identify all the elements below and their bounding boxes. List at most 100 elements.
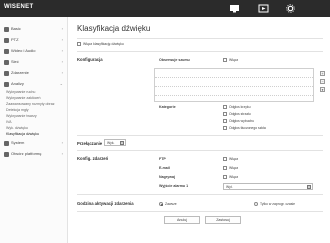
- schedule-select-value: Wyk.: [107, 141, 115, 145]
- category-gunshot-checkbox[interactable]: [223, 112, 227, 116]
- basic-icon: [4, 27, 9, 32]
- category-explosion-label: Odgłos wybuchu: [229, 119, 255, 123]
- analytics-icon: [4, 82, 9, 87]
- level-decrease-button[interactable]: −: [320, 79, 325, 84]
- level-scroll-button[interactable]: ▾: [320, 87, 325, 92]
- platform-icon: [4, 152, 9, 157]
- sidebar-item-event[interactable]: Zdarzenie ›: [0, 69, 68, 78]
- video-audio-icon: [4, 49, 9, 54]
- system-icon: [4, 141, 9, 146]
- graph-gridline: [155, 95, 313, 96]
- event-email-checkbox[interactable]: [223, 166, 227, 170]
- noise-source-checkbox-label: Włącz: [229, 58, 239, 62]
- monitor-icon[interactable]: [229, 4, 240, 13]
- category-scream-checkbox[interactable]: [223, 105, 227, 109]
- divider: [77, 150, 323, 151]
- chevron-right-icon: ›: [61, 26, 63, 31]
- sidebar-item-label: Wideo i Audio: [11, 48, 36, 53]
- chevron-down-icon: ▾: [120, 141, 124, 145]
- sidebar-item-network[interactable]: Sieć ›: [0, 58, 68, 67]
- event-alarm-out-label: Wyjście alarmu 1: [159, 184, 189, 188]
- event-email-value: Włącz: [229, 166, 239, 170]
- category-scream-label: Odgłos krzyku: [229, 105, 251, 109]
- section-event-config-title: Konfig. zdarzeń: [77, 156, 109, 161]
- sidebar-subitem-defocus[interactable]: Zaawansowany rozmyty obraz: [6, 102, 55, 106]
- sidebar-item-label: Zdarzenie: [11, 70, 29, 75]
- level-graph[interactable]: [154, 68, 314, 102]
- activation-schedule-label: Tylko w zaprogr. czasie: [260, 202, 296, 206]
- sidebar-item-ptz[interactable]: PTZ ›: [0, 36, 68, 45]
- sidebar-item-basic[interactable]: Basic ›: [0, 25, 68, 34]
- page-title: Klasyfikacja dźwięku: [77, 24, 151, 33]
- playback-icon[interactable]: [258, 4, 269, 13]
- chevron-down-icon: ⌄: [59, 81, 63, 86]
- sidebar-subitem-audio-detection[interactable]: Wyk. dźwięku: [6, 126, 28, 130]
- divider: [77, 211, 323, 212]
- noise-source-label: Obserwuje szumu: [159, 58, 190, 62]
- graph-gridline: [155, 86, 313, 87]
- category-gunshot-label: Odgłos strzału: [229, 112, 251, 116]
- category-glass-break-checkbox[interactable]: [223, 126, 227, 130]
- divider: [77, 51, 323, 52]
- sidebar-subitem-tampering[interactable]: Wykrywanie zakłóceń: [6, 96, 41, 100]
- sidebar-item-system[interactable]: System ›: [0, 139, 68, 148]
- sidebar-subitem-face[interactable]: Wykrywanie twarzy: [6, 114, 37, 118]
- chevron-right-icon: ›: [61, 70, 63, 75]
- enable-checkbox[interactable]: [77, 42, 81, 46]
- event-ftp-label: FTP: [159, 157, 166, 161]
- section-config-title: Konfiguracja: [77, 57, 103, 62]
- sidebar-item-label: Analizy: [11, 81, 24, 86]
- sidebar-subitem-iva[interactable]: IVA: [6, 120, 12, 124]
- level-increase-button[interactable]: +: [320, 71, 325, 76]
- sidebar-item-label: Sieć: [11, 59, 19, 64]
- event-record-checkbox[interactable]: [223, 175, 227, 179]
- chevron-right-icon: ›: [61, 37, 63, 42]
- settings-icon[interactable]: [285, 4, 296, 13]
- network-icon: [4, 60, 9, 65]
- event-record-value: Włącz: [229, 175, 239, 179]
- sidebar-subitem-fog[interactable]: Detekcja mgły: [6, 108, 29, 112]
- chevron-right-icon: ›: [61, 48, 63, 53]
- divider: [77, 135, 323, 136]
- sidebar-item-label: PTZ: [11, 37, 19, 42]
- alarm-out-select-value: Wył.: [226, 185, 233, 189]
- activation-always-label: Zawsze: [165, 202, 177, 206]
- divider: [77, 38, 323, 39]
- section-activation-title: Godzina aktywacji zdarzenia: [77, 201, 134, 206]
- activation-schedule-radio[interactable]: [254, 202, 258, 206]
- sidebar: Basic › PTZ › Wideo i Audio › Sieć › Zda…: [0, 17, 68, 243]
- chevron-right-icon: ›: [61, 151, 63, 156]
- schedule-select[interactable]: Wyk. ▾: [104, 139, 126, 146]
- sidebar-subitem-sound-classification[interactable]: Klasyfikacja dźwięku: [6, 132, 39, 136]
- ptz-icon: [4, 38, 9, 43]
- wisenet-logo: WISENET: [4, 4, 34, 10]
- category-glass-break-label: Odgłos tłuczonego szkła: [229, 126, 266, 130]
- chevron-right-icon: ›: [61, 59, 63, 64]
- sidebar-item-open-platform[interactable]: Otwórz platformę ›: [0, 150, 68, 159]
- category-explosion-checkbox[interactable]: [223, 119, 227, 123]
- sidebar-item-label: Basic: [11, 26, 21, 31]
- category-label: Kategorie: [159, 105, 176, 109]
- chevron-right-icon: ›: [61, 140, 63, 145]
- sidebar-item-analytics[interactable]: Analizy ⌄: [0, 80, 68, 89]
- sidebar-item-label: Otwórz platformę: [11, 151, 42, 156]
- event-icon: [4, 71, 9, 76]
- noise-source-checkbox[interactable]: [223, 58, 227, 62]
- sidebar-item-video-audio[interactable]: Wideo i Audio ›: [0, 47, 68, 56]
- sidebar-subitem-motion[interactable]: Wykrywanie ruchu: [6, 90, 35, 94]
- activation-always-radio[interactable]: [159, 202, 163, 206]
- event-email-label: E-mail: [159, 166, 170, 170]
- apply-button[interactable]: Zastosuj: [205, 216, 241, 224]
- graph-gridline: [155, 77, 313, 78]
- event-ftp-value: Włącz: [229, 157, 239, 161]
- cancel-button[interactable]: Anuluj: [164, 216, 200, 224]
- top-bar: WISENET: [0, 0, 330, 17]
- event-ftp-checkbox[interactable]: [223, 157, 227, 161]
- sidebar-item-label: System: [11, 140, 25, 145]
- alarm-out-select[interactable]: Wył. ▾: [223, 183, 313, 190]
- divider: [77, 194, 323, 195]
- chevron-down-icon: ▾: [307, 185, 311, 189]
- enable-label: Włącz klasyfikację dźwięku: [83, 42, 124, 46]
- event-record-label: Nagrywaj: [159, 175, 175, 179]
- section-schedule-title: Przełączanie: [77, 141, 103, 146]
